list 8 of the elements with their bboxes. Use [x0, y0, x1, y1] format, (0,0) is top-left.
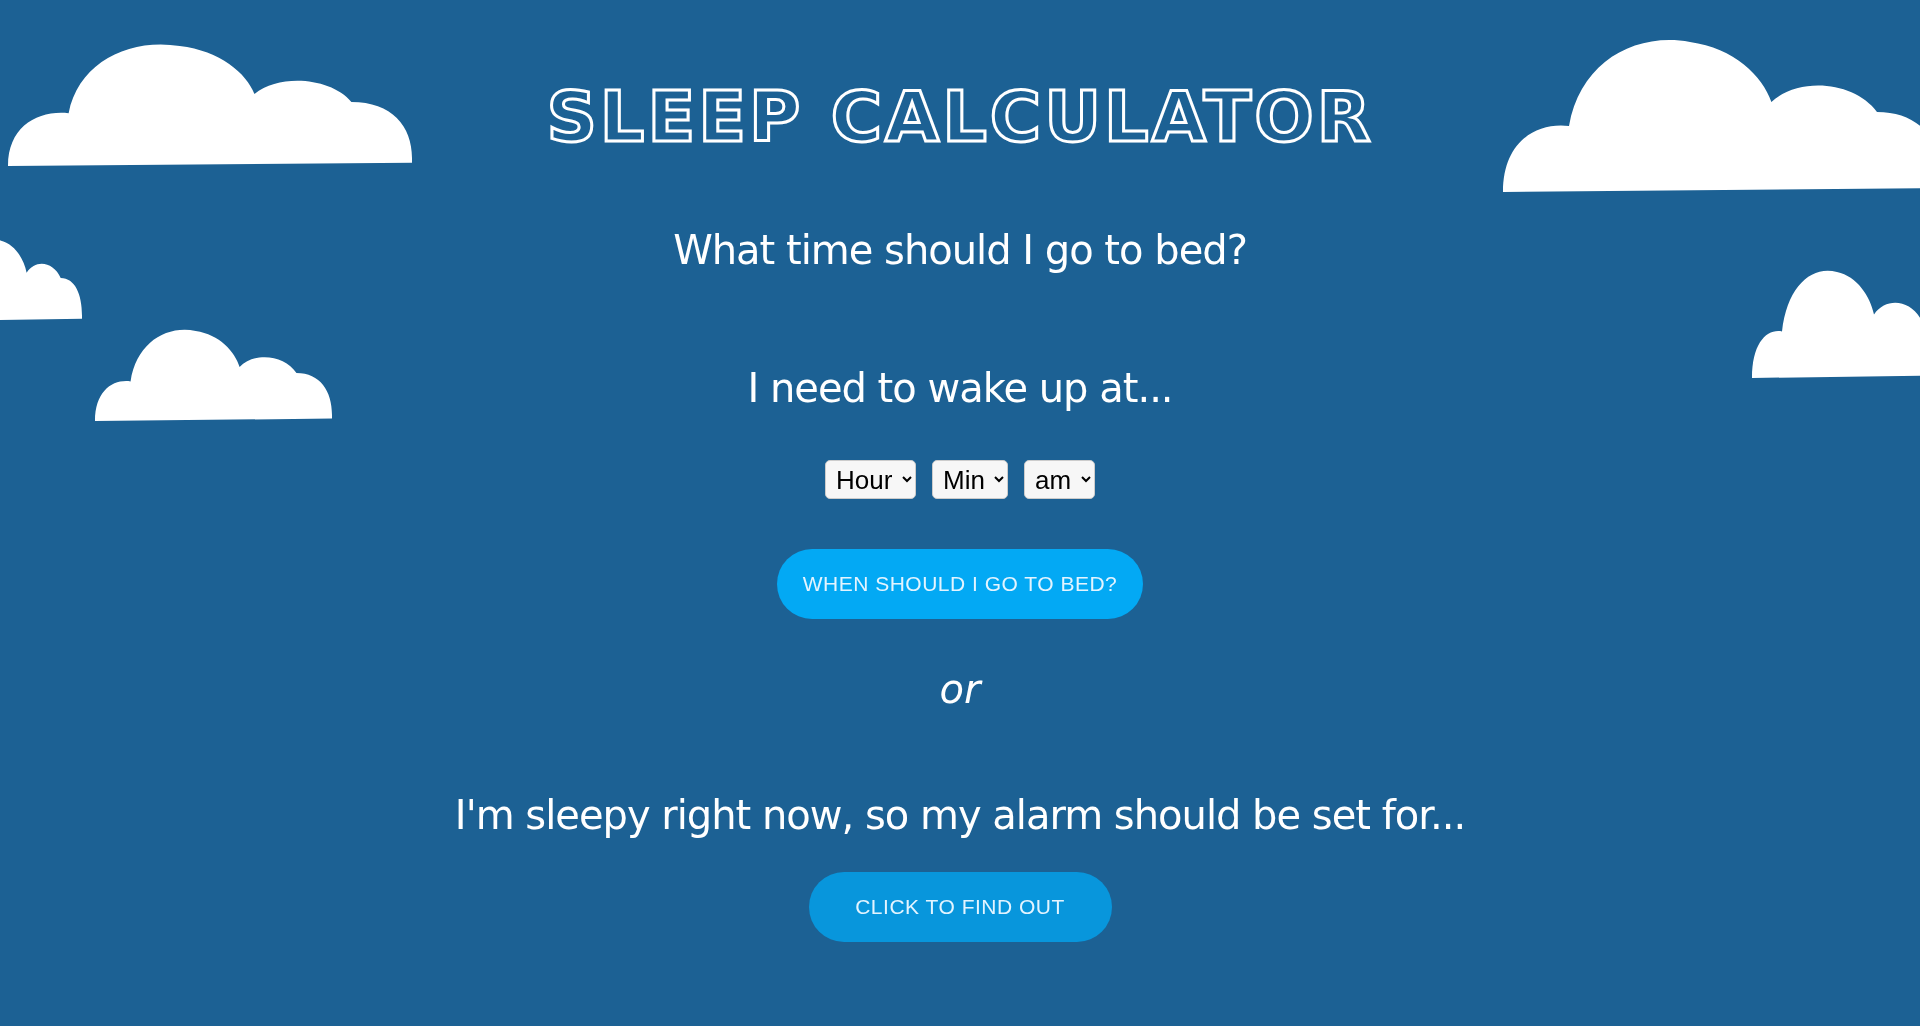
time-select[interactable]: Hour — [825, 460, 916, 499]
time-select[interactable]: am — [1024, 460, 1095, 499]
or-text: or — [939, 665, 981, 714]
sleepy-prompt: I'm sleepy right now, so my alarm should be set for... — [454, 791, 1466, 840]
time-select[interactable]: Min — [932, 460, 1008, 499]
question-text: What time should I go to bed? — [673, 226, 1247, 275]
wake-prompt: I need to wake up at... — [747, 364, 1173, 413]
page-title: SLEEP CALCULATOR — [546, 75, 1374, 160]
